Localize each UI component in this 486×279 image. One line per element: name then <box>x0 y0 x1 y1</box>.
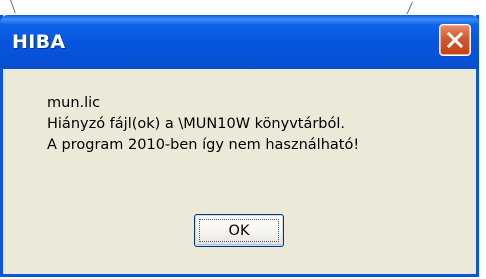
message-line: A program 2010-ben így nem használható! <box>47 137 360 153</box>
dialog-titlebar[interactable]: HIBA <box>0 15 479 69</box>
background-line <box>10 0 16 14</box>
dialog-message: mun.lic Hiányzó fájl(ok) a \MUN10W könyv… <box>47 93 359 156</box>
ok-button[interactable]: OK <box>194 214 284 247</box>
dialog-title: HIBA <box>12 31 66 53</box>
background-line <box>406 2 413 15</box>
error-dialog: HIBA mun.lic Hiányzó fájl(ok) a \MUN10W … <box>0 15 479 277</box>
message-line: Hiányzó fájl(ok) a \MUN10W könyvtárból. <box>47 116 346 132</box>
message-line: mun.lic <box>47 95 101 111</box>
focus-rectangle <box>199 219 279 242</box>
close-button[interactable] <box>439 24 471 56</box>
close-icon <box>446 31 464 49</box>
screen: HIBA mun.lic Hiányzó fájl(ok) a \MUN10W … <box>0 0 486 279</box>
